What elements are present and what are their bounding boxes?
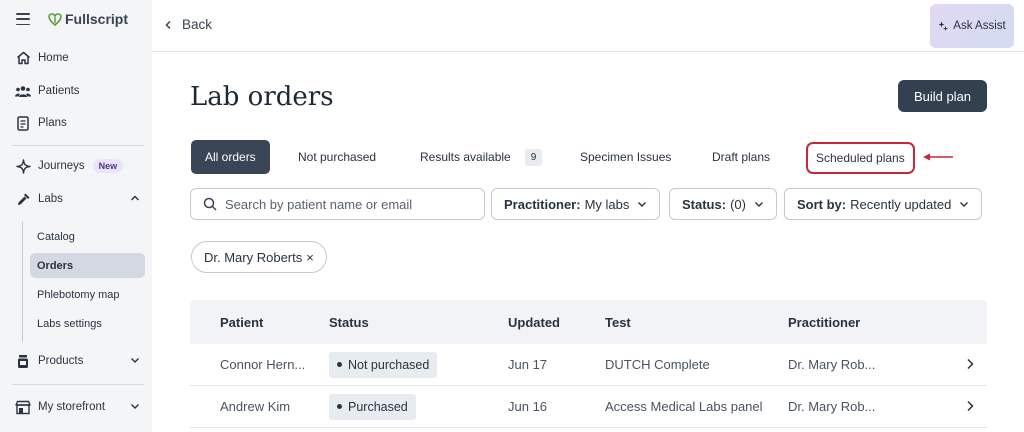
brand-bar: Fullscript [16, 10, 128, 28]
status-text: Not purchased [348, 357, 430, 372]
highlight-arrow-icon [923, 153, 953, 161]
column-header-practitioner[interactable]: Practitioner [788, 315, 860, 330]
table-row[interactable]: Connor Hern... Not purchased Jun 17 DUTC… [190, 344, 987, 386]
status-dot-icon [337, 362, 342, 367]
cell-practitioner: Dr. Mary Rob... [788, 357, 876, 372]
tab-draft-plans[interactable]: Draft plans [712, 140, 770, 174]
tab-results-available[interactable]: Results available 9 [420, 140, 543, 174]
fullscript-logo[interactable]: Fullscript [48, 11, 128, 27]
cell-patient: Andrew Kim [220, 399, 291, 414]
sidebar-subitem-catalog[interactable]: Catalog [30, 224, 145, 249]
chevron-down-icon[interactable] [130, 355, 140, 365]
sidebar-subitem-labs-settings[interactable]: Labs settings [30, 311, 145, 336]
search-icon [203, 197, 217, 211]
results-count-badge: 9 [524, 148, 543, 166]
chevron-left-icon [165, 20, 171, 29]
lab-orders-table: Patient Status Updated Test Practitioner… [190, 300, 987, 428]
back-button[interactable]: Back [164, 17, 212, 32]
tab-not-purchased[interactable]: Not purchased [298, 140, 376, 174]
tab-all-orders[interactable]: All orders [191, 140, 270, 174]
sidebar: Fullscript Home Patients Plans Journeys … [0, 0, 152, 432]
chevron-right-icon[interactable] [966, 400, 974, 412]
tab-label: Results available [420, 150, 511, 164]
tab-specimen-issues[interactable]: Specimen Issues [580, 140, 671, 174]
practitioner-filter-value: My labs [584, 196, 630, 212]
storefront-icon [15, 399, 31, 415]
practitioner-filter[interactable]: Practitioner: My labs [491, 188, 661, 220]
search-input[interactable] [225, 196, 475, 212]
practitioner-filter-label: Practitioner: [504, 196, 581, 212]
page-title: Lab orders [190, 82, 334, 112]
ask-assist-button[interactable]: Ask Assist [930, 4, 1014, 48]
brand-name: Fullscript [65, 11, 129, 27]
chevron-down-icon [638, 202, 647, 207]
table-header: Patient Status Updated Test Practitioner [190, 300, 987, 344]
status-text: Purchased [348, 399, 408, 414]
table-row[interactable]: Andrew Kim Purchased Jun 16 Access Medic… [190, 386, 987, 428]
chip-label: Dr. Mary Roberts [204, 249, 303, 265]
cell-patient: Connor Hern... [220, 357, 306, 372]
sidebar-item-label: Plans [38, 117, 67, 129]
cell-updated: Jun 16 [508, 399, 548, 414]
tab-scheduled-plans[interactable]: Scheduled plans [806, 142, 915, 174]
cell-test: Access Medical Labs panel [605, 399, 763, 414]
status-filter-label: Status: [682, 196, 727, 212]
chevron-right-icon[interactable] [966, 358, 974, 370]
document-icon [15, 115, 31, 131]
assist-sparkle-icon [938, 21, 949, 31]
column-header-patient[interactable]: Patient [220, 315, 263, 330]
close-icon[interactable]: × [306, 250, 314, 265]
column-header-updated[interactable]: Updated [508, 315, 560, 330]
chevron-up-icon[interactable] [130, 193, 140, 203]
sidebar-item-label: Products [38, 355, 84, 367]
sparkle-icon [15, 158, 31, 174]
status-dot-icon [337, 404, 342, 409]
chevron-down-icon [960, 202, 969, 207]
search-field[interactable] [190, 188, 485, 220]
sort-filter-value: Recently updated [850, 196, 952, 212]
status-filter[interactable]: Status: (0) [669, 188, 777, 220]
sidebar-item-label: Journeys [38, 160, 85, 172]
leaf-heart-icon [48, 12, 62, 26]
build-plan-button[interactable]: Build plan [898, 80, 987, 112]
sidebar-item-label: Patients [38, 85, 80, 97]
new-badge: New [92, 159, 124, 173]
status-badge: Not purchased [329, 351, 438, 378]
people-icon [15, 83, 31, 99]
sort-by-filter[interactable]: Sort by: Recently updated [784, 188, 983, 220]
sidebar-item-patients[interactable]: Patients [0, 79, 152, 103]
status-badge: Purchased [329, 393, 416, 420]
column-header-status[interactable]: Status [329, 315, 369, 330]
sidebar-item-plans[interactable]: Plans [0, 111, 152, 135]
home-icon [15, 50, 31, 66]
top-bar: Back Ask Assist [152, 0, 1024, 52]
chevron-down-icon[interactable] [130, 401, 140, 411]
sidebar-subitem-phlebotomy-map[interactable]: Phlebotomy map [30, 282, 145, 307]
practitioner-chip: Dr. Mary Roberts × [191, 241, 327, 273]
cell-practitioner: Dr. Mary Rob... [788, 399, 876, 414]
sidebar-divider [12, 384, 144, 385]
submenu-guide-line [22, 222, 23, 342]
sidebar-item-labs[interactable]: Labs [0, 187, 152, 211]
chevron-down-icon [754, 202, 763, 207]
dropper-icon [15, 191, 31, 207]
status-filter-value: (0) [730, 196, 746, 212]
sidebar-divider [12, 145, 144, 146]
cell-test: DUTCH Complete [605, 357, 710, 372]
sidebar-subitem-orders[interactable]: Orders [30, 253, 145, 278]
bottle-icon [15, 353, 31, 369]
sidebar-item-home[interactable]: Home [0, 46, 152, 70]
sidebar-item-label: My storefront [38, 401, 106, 413]
sort-filter-label: Sort by: [797, 196, 847, 212]
column-header-test[interactable]: Test [605, 315, 631, 330]
sidebar-item-label: Home [38, 52, 69, 64]
sidebar-item-label: Labs [38, 193, 63, 205]
sidebar-item-my-storefront[interactable]: My storefront [0, 395, 152, 419]
assist-label: Ask Assist [953, 20, 1006, 32]
sidebar-item-products[interactable]: Products [0, 349, 152, 373]
sidebar-item-journeys[interactable]: Journeys New [0, 154, 152, 178]
back-label: Back [182, 17, 213, 32]
cell-updated: Jun 17 [508, 357, 548, 372]
menu-icon[interactable] [16, 13, 30, 25]
